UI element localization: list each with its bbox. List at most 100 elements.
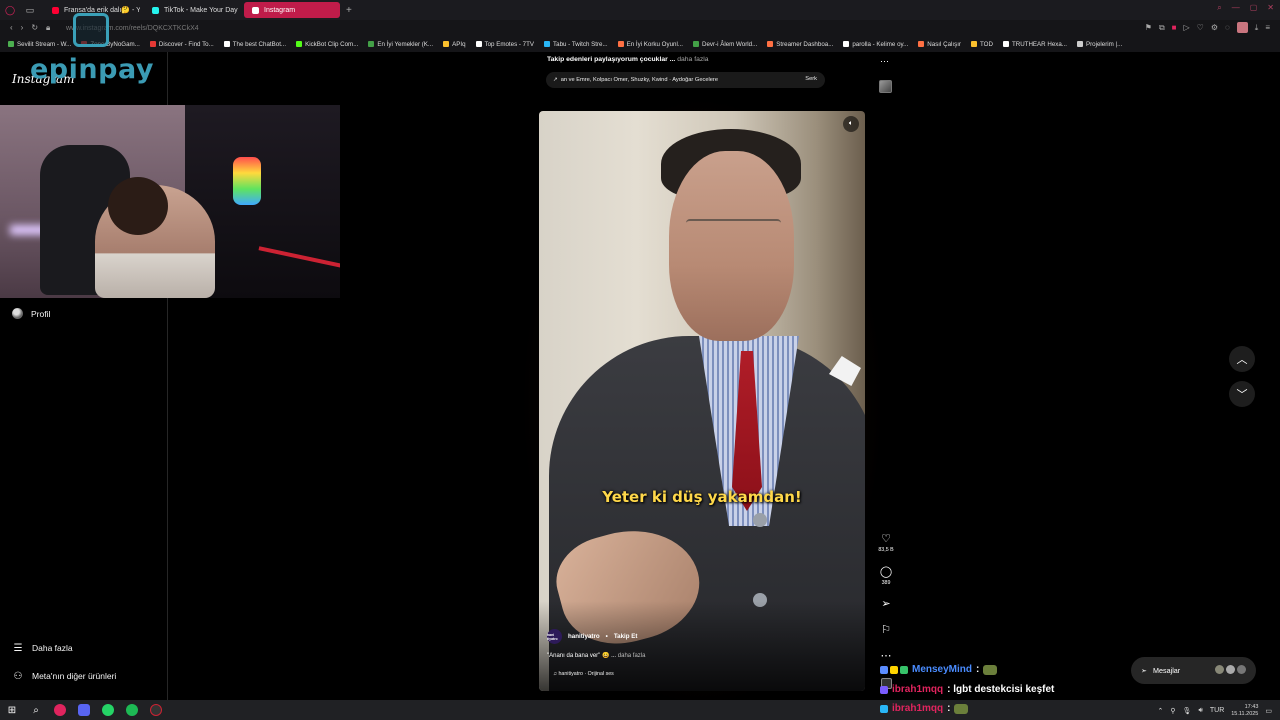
tab-instagram[interactable]: Instagram [244,2,340,18]
bookmark-item[interactable]: En İyi Yemekler (K... [368,41,433,48]
bookmark-item[interactable]: Top Emotes - 7TV [475,41,534,48]
volume-icon[interactable]: 🔊︎ [1198,707,1202,715]
mute-toggle-icon[interactable]: 🔈︎ [843,116,859,132]
audio-follow-link[interactable]: Serk [805,76,817,82]
search-tabs-icon[interactable]: ⌕ [1217,3,1221,13]
audio-label: hanitiyatro · Orijinal ses [558,671,614,677]
comment-icon[interactable]: ◯ [876,566,896,578]
discord-taskbar-icon[interactable] [72,700,96,720]
chat-username: MenseyMind [912,664,973,675]
profile-avatar-icon [12,308,23,319]
audio-trend-icon: ↗ [553,77,558,83]
save-action[interactable]: ⚐ [876,624,896,636]
bookmark-item[interactable]: parolla - Kelime oy... [843,41,908,48]
sidebar-item-profile[interactable]: Profil [12,308,50,319]
forward-icon[interactable]: › [21,23,24,33]
close-window-button[interactable]: ✕ [1267,3,1274,13]
bookmark-item[interactable]: Streamer Dashboa... [767,41,833,48]
tab-menu-icon[interactable]: ▭ [20,0,40,20]
player-icon[interactable]: ▷ [1184,23,1190,32]
bookmark-item[interactable]: Nasıl Çalışır [918,41,961,48]
bookmark-item[interactable]: Devr-i Âlem World... [693,41,757,48]
chat-badges [880,685,888,694]
author-username[interactable]: hanitiyatro [568,633,600,640]
video-glasses [686,219,781,235]
obs-taskbar-icon[interactable] [144,700,168,720]
bookmark-favicon-icon [971,41,977,47]
download-icon[interactable]: ⤓ [1255,23,1259,33]
follow-button[interactable]: Takip Et [614,633,638,640]
bookmark-item[interactable]: Projelerim |... [1076,41,1122,48]
bookmark-item[interactable]: En İyi Korku Oyunl... [617,41,683,48]
window-controls: ⌕ — ▢ ✕ [1217,3,1274,13]
bookmark-item[interactable]: Tabu - Twitch Stre... [544,41,608,48]
chat-message: ibrah1mqq : [880,703,969,714]
caption-more-link[interactable]: daha fazla [618,653,646,659]
share-icon[interactable]: ➢ [876,598,896,610]
heart-icon[interactable]: ♡ [876,533,896,545]
bookmark-item[interactable]: KickBot Clip Com... [296,41,358,48]
snapshot-icon[interactable]: ⧉ [1159,23,1165,33]
menu-icon[interactable]: ≡ [1265,23,1270,32]
language-indicator[interactable]: TUR [1210,707,1224,714]
author-avatar[interactable]: hani tiyatro [547,629,562,644]
tab-tiktok[interactable]: TikTok - Make Your Day [144,2,240,18]
search-icon[interactable]: ⌕ [24,700,48,720]
bookmark-item[interactable]: APIq [443,41,466,48]
bookmark-label: parolla - Kelime oy... [852,40,909,48]
messages-button[interactable]: ➣ Mesajlar [1131,657,1256,684]
sidebar-item-more[interactable]: ☰ Daha fazla [12,642,73,654]
bookmark-item[interactable]: The best ChatBot... [223,41,286,48]
meta-apps-icon: ⚇ [13,670,23,682]
reel-video[interactable]: 🔈︎ Yeter ki düş yakamdan! hani tiyatro h… [539,111,865,691]
comment-action[interactable]: ◯ 389 [876,566,896,586]
opera-logo-icon[interactable]: ◯ [0,0,20,20]
back-icon[interactable]: ‹ [10,23,13,33]
spotify-taskbar-icon[interactable] [120,700,144,720]
webcam-streamer-hair [108,177,168,235]
next-reel-button[interactable]: ﹀ [1229,381,1255,407]
more-options-icon[interactable]: ⋯ [876,650,896,662]
heart-icon[interactable]: ♡ [1197,23,1204,32]
microphone-icon[interactable]: 🎙︎ [1183,707,1192,715]
sidebar-item-meta[interactable]: ⚇ Meta'nın diğer ürünleri [12,670,117,682]
previous-post-audio[interactable]: ↗ an ve Emre, Kolpacı Omer, Shuzky, Kwin… [546,72,825,88]
maximize-button[interactable]: ▢ [1250,3,1258,13]
bookmark-item[interactable]: Sevilit Stream - W... [8,41,71,48]
caption-more-link[interactable]: daha fazla [677,56,708,63]
extension-icon[interactable]: ■ [1172,23,1177,32]
bookmark-icon[interactable]: ⚑ [1145,23,1152,32]
like-action[interactable]: ♡ 83,5 B [876,533,896,553]
chevron-up-icon[interactable]: ⌃ [1158,707,1164,715]
previous-reel-button[interactable]: ︿ [1229,346,1255,372]
clock[interactable]: 17:43 15.11.2025 [1231,704,1258,717]
obs-icon [150,704,162,716]
new-tab-button[interactable]: + [346,5,352,16]
settings-icon[interactable]: ⚙ [1211,23,1218,32]
opera-taskbar-icon[interactable] [48,700,72,720]
minimize-button[interactable]: — [1232,3,1240,13]
profile-avatar[interactable] [1236,22,1248,33]
music-note-icon: ♫ [553,671,557,677]
network-icon[interactable]: ⚲ [1170,707,1175,715]
reel-audio[interactable]: ♫ hanitiyatro · Orijinal ses [553,671,614,677]
bookmark-favicon-icon [223,41,230,47]
windows-start-icon[interactable]: ⊞ [0,700,24,720]
share-action[interactable]: ➢ [876,598,896,610]
bookmark-icon[interactable]: ⚐ [876,624,896,636]
epinpay-logo: epinpay [30,54,154,85]
notification-icon[interactable]: ▭ [1265,707,1272,715]
tab-label: Instagram [264,6,296,14]
message-avatars [1215,665,1246,674]
bookmark-item[interactable]: Discover - Find To... [149,41,214,48]
reload-icon[interactable]: ↻ [31,23,38,33]
chat-icon[interactable]: ◌ [1225,23,1230,32]
chat-message: ibrah1mqq : lgbt destekcisi keşfet [880,684,1054,695]
whatsapp-taskbar-icon[interactable] [96,700,120,720]
more-options-icon[interactable]: ⋯ [880,56,889,67]
bookmark-item[interactable]: TOD [971,41,993,48]
audio-thumbnail[interactable] [879,80,892,93]
reel-more-action[interactable]: ⋯ [876,650,896,662]
bookmark-favicon-icon [149,41,156,47]
bookmark-item[interactable]: TRUTHEAR Hexa... [1002,41,1067,48]
